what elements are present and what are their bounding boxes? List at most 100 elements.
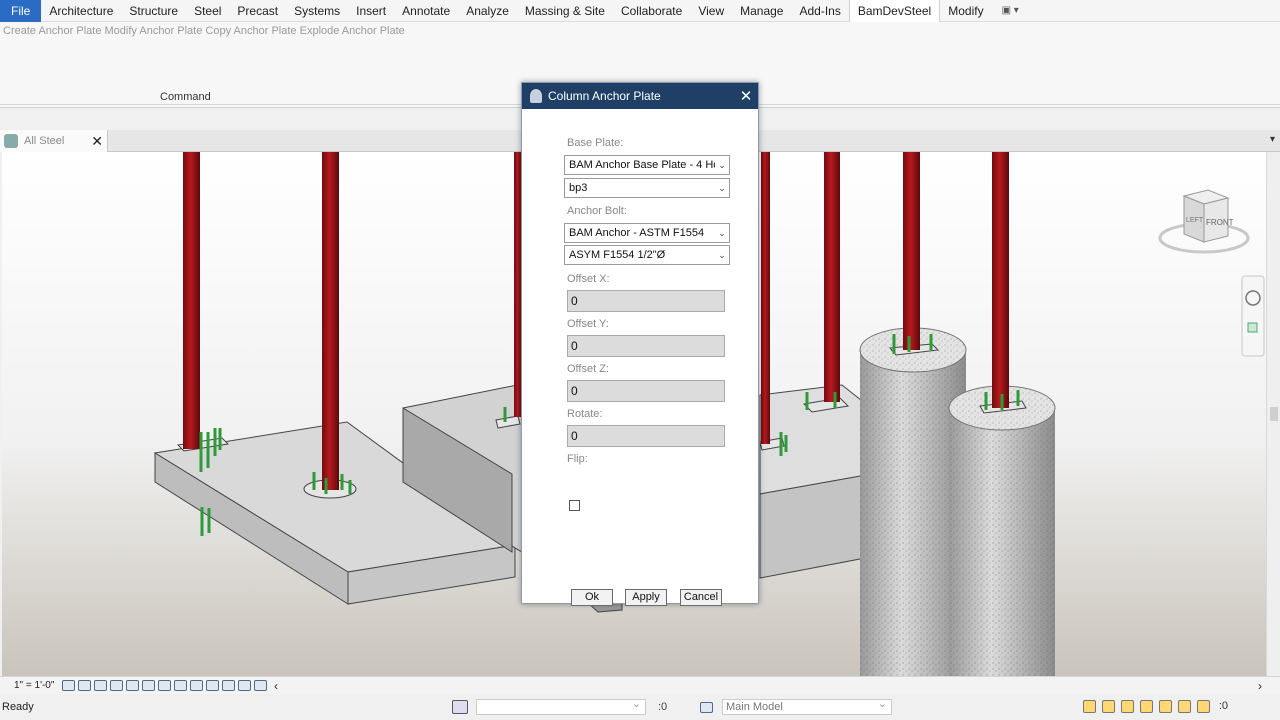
cancel-button[interactable]: Cancel xyxy=(680,589,722,606)
view-tab-label: All Steel xyxy=(24,135,65,147)
menu-steel[interactable]: Steel xyxy=(186,0,229,22)
ribbon-options-icon[interactable]: ▣ ▾ xyxy=(992,0,1029,22)
select-by-face-icon[interactable] xyxy=(1140,700,1153,713)
menu-manage[interactable]: Manage xyxy=(732,0,791,22)
tab-menu-icon[interactable]: ▾ xyxy=(1270,134,1275,145)
steel-column[interactable] xyxy=(992,152,1009,408)
view-control-bar: 1" = 1'-0" ‹ › xyxy=(0,676,1280,694)
base-plate-type-select[interactable]: bp3 ⌄ xyxy=(564,178,730,198)
rotate-input[interactable]: 0 xyxy=(567,425,725,447)
selection-filter-icons xyxy=(1077,700,1210,713)
anchor-bolt-label: Anchor Bolt: xyxy=(567,205,627,217)
zoom-icon[interactable] xyxy=(1247,322,1258,333)
menu-systems[interactable]: Systems xyxy=(286,0,348,22)
offset-y-input[interactable]: 0 xyxy=(567,335,725,357)
filter-icon[interactable] xyxy=(1197,700,1210,713)
steel-column[interactable] xyxy=(183,152,200,449)
menu-collaborate[interactable]: Collaborate xyxy=(613,0,690,22)
filter-count: :0 xyxy=(1218,700,1228,712)
viewcube-left-label: LEFT xyxy=(1186,217,1204,224)
dialog-title-bar[interactable]: Column Anchor Plate ✕ xyxy=(522,83,758,109)
workset-select[interactable] xyxy=(476,697,646,715)
select-underlay-icon[interactable] xyxy=(1102,700,1115,713)
offset-z-label: Offset Z: xyxy=(567,363,609,375)
menu-structure[interactable]: Structure xyxy=(121,0,186,22)
steel-column[interactable] xyxy=(322,152,339,490)
menu-view[interactable]: View xyxy=(690,0,732,22)
anchor-bolt-type-value: ASYM F1554 1/2"Ø xyxy=(569,249,666,261)
unlock-view-icon[interactable] xyxy=(174,680,187,691)
base-plate-family-select[interactable]: BAM Anchor Base Plate - 4 Holes ⌄ xyxy=(564,155,730,175)
scroll-left-icon[interactable]: ‹ xyxy=(274,679,278,693)
menu-precast[interactable]: Precast xyxy=(229,0,286,22)
explode-anchor-plate-button[interactable]: Explode Anchor Plate xyxy=(300,25,405,37)
menu-add-ins[interactable]: Add-Ins xyxy=(791,0,848,22)
offset-x-input[interactable]: 0 xyxy=(567,290,725,312)
temp-hide-icon[interactable] xyxy=(190,680,203,691)
copy-anchor-plate-button[interactable]: Copy Anchor Plate xyxy=(205,25,296,37)
flip-checkbox[interactable] xyxy=(569,500,580,511)
design-options-icon[interactable] xyxy=(700,701,713,713)
ok-button[interactable]: Ok xyxy=(571,589,613,606)
worksets-icon[interactable] xyxy=(452,700,468,714)
menu-analyze[interactable]: Analyze xyxy=(458,0,517,22)
offset-z-input[interactable]: 0 xyxy=(567,380,725,402)
drag-elements-icon[interactable] xyxy=(1159,700,1172,713)
visual-style-icon[interactable] xyxy=(78,680,91,691)
modify-anchor-plate-button[interactable]: Modify Anchor Plate xyxy=(105,25,203,37)
offset-x-label: Offset X: xyxy=(567,273,610,285)
vertical-scrollbar[interactable] xyxy=(1266,152,1280,676)
select-pinned-icon[interactable] xyxy=(1121,700,1134,713)
base-plate-label: Base Plate: xyxy=(567,137,624,149)
anchor-bolt-family-select[interactable]: BAM Anchor - ASTM F1554 ⌄ xyxy=(564,223,730,243)
scroll-right-icon[interactable]: › xyxy=(1258,679,1262,693)
anchor-bolt-type-select[interactable]: ASYM F1554 1/2"Ø ⌄ xyxy=(564,245,730,265)
apply-button[interactable]: Apply xyxy=(625,589,667,606)
render-icon[interactable] xyxy=(126,680,139,691)
reveal-hidden-icon[interactable] xyxy=(206,680,219,691)
revit-app-icon xyxy=(530,89,542,103)
menu-annotate[interactable]: Annotate xyxy=(394,0,458,22)
column-anchor-plate-dialog: Column Anchor Plate ✕ Base Plate: BAM An… xyxy=(521,82,759,606)
anchor-bolt-family-value: BAM Anchor - ASTM F1554 xyxy=(569,227,705,239)
status-bar: Ready :0 Main Model :0 xyxy=(0,694,1280,720)
detail-level-icon[interactable] xyxy=(62,680,75,691)
menu-bamdevsteel[interactable]: BamDevSteel xyxy=(848,0,941,22)
menu-massing-site[interactable]: Massing & Site xyxy=(517,0,613,22)
steel-column[interactable] xyxy=(824,152,840,402)
worksharing-display-icon[interactable] xyxy=(222,680,235,691)
concrete-pier-front[interactable] xyxy=(948,385,1056,676)
steel-column[interactable] xyxy=(903,152,920,350)
chevron-down-icon: ⌄ xyxy=(715,156,729,174)
show-crop-icon[interactable] xyxy=(158,680,171,691)
chevron-down-icon: ⌄ xyxy=(715,179,729,197)
navigation-bar[interactable] xyxy=(1241,275,1265,357)
highlight-displacement-icon[interactable] xyxy=(254,680,267,691)
analytical-model-icon[interactable] xyxy=(238,680,251,691)
crop-view-icon[interactable] xyxy=(142,680,155,691)
menu-insert[interactable]: Insert xyxy=(348,0,394,22)
sun-path-icon[interactable] xyxy=(94,680,107,691)
create-anchor-plate-button[interactable]: Create Anchor Plate xyxy=(3,25,101,37)
view-scale[interactable]: 1" = 1'-0" xyxy=(14,680,62,691)
shadows-icon[interactable] xyxy=(110,680,123,691)
menu-bar: File Architecture Structure Steel Precas… xyxy=(0,0,1280,22)
base-plate-family-value: BAM Anchor Base Plate - 4 Holes xyxy=(569,159,730,171)
menu-architecture[interactable]: Architecture xyxy=(41,0,121,22)
steel-column[interactable] xyxy=(761,152,770,444)
model-select[interactable]: Main Model xyxy=(722,697,892,715)
view-tab-all-steel[interactable]: All Steel ✕ xyxy=(0,130,108,152)
close-view-icon[interactable]: ✕ xyxy=(91,133,103,150)
dialog-close-icon[interactable]: ✕ xyxy=(734,87,758,105)
3d-view-icon xyxy=(4,134,18,148)
scrollbar-thumb[interactable] xyxy=(1270,407,1278,421)
menu-file[interactable]: File xyxy=(0,0,42,22)
select-links-icon[interactable] xyxy=(1083,700,1096,713)
base-plate-type-value: bp3 xyxy=(569,182,588,194)
background-processes-icon[interactable] xyxy=(1178,700,1191,713)
flip-label: Flip: xyxy=(567,453,588,465)
rotate-label: Rotate: xyxy=(567,408,603,420)
menu-modify[interactable]: Modify xyxy=(940,0,991,22)
status-text: Ready xyxy=(2,701,34,713)
viewcube-front-label: FRONT xyxy=(1206,218,1234,227)
